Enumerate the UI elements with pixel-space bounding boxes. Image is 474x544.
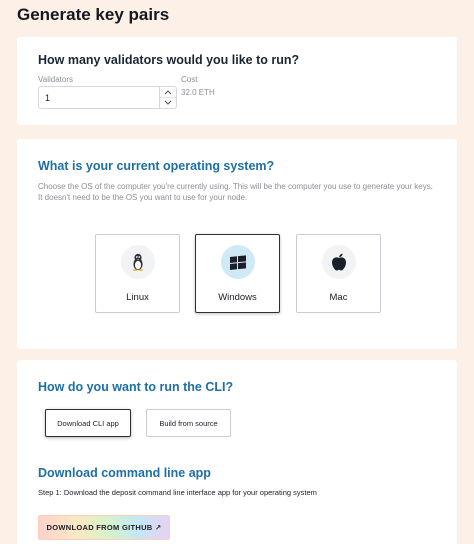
os-card: What is your current operating system? C… bbox=[17, 139, 457, 349]
download-heading: Download command line app bbox=[38, 466, 211, 480]
chevron-up-icon[interactable] bbox=[160, 87, 176, 97]
download-from-github-button[interactable]: DOWNLOAD FROM GITHUB ↗ bbox=[38, 515, 170, 540]
build-from-source-button[interactable]: Build from source bbox=[146, 409, 231, 437]
os-option-linux[interactable]: Linux bbox=[95, 234, 180, 313]
validators-count-input[interactable]: 1 bbox=[38, 86, 177, 109]
validators-card: How many validators would you like to ru… bbox=[17, 37, 457, 125]
page-title: Generate key pairs bbox=[17, 5, 170, 24]
windows-logo-icon bbox=[220, 245, 255, 279]
os-option-label: Windows bbox=[218, 292, 257, 303]
cost-value: 32.0 ETH bbox=[181, 88, 215, 97]
step-1-text: Step 1: Download the deposit command lin… bbox=[38, 488, 317, 497]
chevron-down-icon[interactable] bbox=[160, 97, 176, 107]
os-option-label: Linux bbox=[126, 292, 149, 303]
validators-label: Validators bbox=[38, 75, 73, 84]
validators-count-value: 1 bbox=[45, 93, 51, 103]
os-option-label: Mac bbox=[329, 292, 348, 303]
validators-heading: How many validators would you like to ru… bbox=[38, 53, 300, 67]
os-heading: What is your current operating system? bbox=[38, 159, 275, 173]
apple-logo-icon bbox=[321, 245, 356, 279]
cli-heading: How do you want to run the CLI? bbox=[38, 380, 234, 394]
cost-label: Cost bbox=[181, 75, 198, 84]
linux-penguin-icon bbox=[120, 245, 155, 279]
os-option-windows[interactable]: Windows bbox=[195, 234, 280, 313]
os-option-mac[interactable]: Mac bbox=[296, 234, 381, 313]
download-cli-app-button[interactable]: Download CLI app bbox=[45, 409, 131, 437]
os-description: Choose the OS of the computer you're cur… bbox=[38, 182, 433, 202]
cli-card: How do you want to run the CLI? Download… bbox=[17, 360, 457, 544]
validators-stepper bbox=[159, 87, 176, 108]
